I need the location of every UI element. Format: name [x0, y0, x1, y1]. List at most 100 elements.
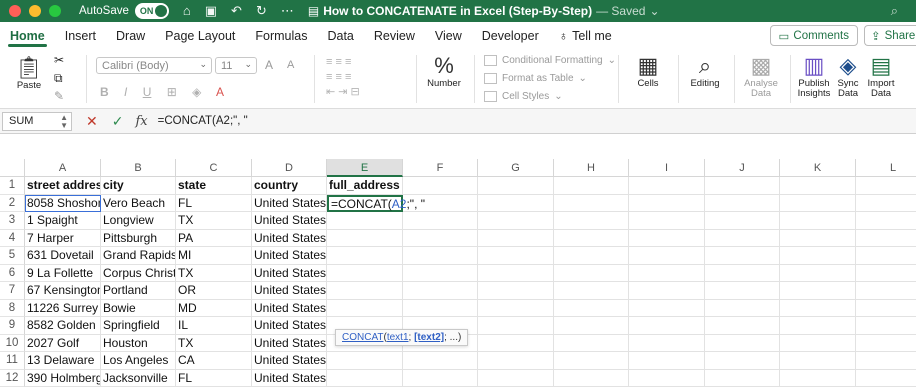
cell-l11[interactable]	[856, 352, 916, 370]
tab-review[interactable]: Review	[364, 22, 425, 49]
cell-c2[interactable]: FL	[176, 195, 252, 213]
cell-h6[interactable]	[554, 265, 629, 283]
cell-g9[interactable]	[478, 317, 554, 335]
import-data-button[interactable]: ▤ Import Data	[864, 53, 898, 99]
autosave-toggle[interactable]: ON	[135, 3, 169, 19]
cell-a12[interactable]: 390 Holmberg	[25, 370, 101, 387]
cell-d9[interactable]: United States	[252, 317, 327, 335]
close-window-button[interactable]	[9, 5, 21, 17]
minimize-window-button[interactable]	[29, 5, 41, 17]
cell-f8[interactable]	[403, 300, 478, 318]
cell-i8[interactable]	[629, 300, 705, 318]
cell-g1[interactable]	[478, 177, 554, 195]
share-button[interactable]: ⇪ Share	[864, 25, 916, 46]
cell-b1[interactable]: city	[101, 177, 176, 195]
cell-b5[interactable]: Grand Rapids	[101, 247, 176, 265]
tab-view[interactable]: View	[425, 22, 472, 49]
cell-e7[interactable]	[327, 282, 403, 300]
cell-f11[interactable]	[403, 352, 478, 370]
cell-j3[interactable]	[705, 212, 780, 230]
editing-button[interactable]: ⌕ Editing	[686, 53, 724, 89]
cell-c11[interactable]: CA	[176, 352, 252, 370]
increase-font-icon[interactable]: A	[265, 58, 273, 72]
tooltip-arg-text1[interactable]: text1	[387, 332, 409, 343]
cell-d8[interactable]: United States	[252, 300, 327, 318]
bold-icon[interactable]: B	[100, 85, 109, 99]
cell-e12[interactable]	[327, 370, 403, 387]
cell-a7[interactable]: 67 Kensington	[25, 282, 101, 300]
cell-f1[interactable]	[403, 177, 478, 195]
row-header[interactable]: 1	[0, 177, 25, 195]
cell-d2[interactable]: United States	[252, 195, 327, 213]
search-icon[interactable]: ⌕	[891, 3, 898, 19]
column-header-k[interactable]: K	[780, 159, 856, 177]
cell-d7[interactable]: United States	[252, 282, 327, 300]
cell-h7[interactable]	[554, 282, 629, 300]
cell-j5[interactable]	[705, 247, 780, 265]
column-header-a[interactable]: A	[25, 159, 101, 177]
cell-b2[interactable]: Vero Beach	[101, 195, 176, 213]
cell-i2[interactable]	[629, 195, 705, 213]
row-header[interactable]: 9	[0, 317, 25, 335]
cell-d3[interactable]: United States	[252, 212, 327, 230]
conditional-formatting-button[interactable]: Conditional Formatting ⌄	[484, 55, 616, 66]
copy-icon[interactable]: ⧉	[54, 71, 63, 86]
cell-g6[interactable]	[478, 265, 554, 283]
cell-i12[interactable]	[629, 370, 705, 387]
decrease-font-icon[interactable]: A	[287, 59, 294, 71]
maximize-window-button[interactable]	[49, 5, 61, 17]
analyse-data-button[interactable]: ▩ Analyse Data	[742, 53, 780, 99]
cell-j6[interactable]	[705, 265, 780, 283]
cell-h9[interactable]	[554, 317, 629, 335]
cell-h5[interactable]	[554, 247, 629, 265]
cell-j12[interactable]	[705, 370, 780, 387]
cell-b6[interactable]: Corpus Christi	[101, 265, 176, 283]
cell-b3[interactable]: Longview	[101, 212, 176, 230]
number-format-button[interactable]: % Number	[424, 53, 464, 89]
cell-d6[interactable]: United States	[252, 265, 327, 283]
cell-l2[interactable]	[856, 195, 916, 213]
cut-icon[interactable]: ✂	[54, 53, 64, 67]
cell-d4[interactable]: United States	[252, 230, 327, 248]
cell-l3[interactable]	[856, 212, 916, 230]
cell-c9[interactable]: IL	[176, 317, 252, 335]
cell-j11[interactable]	[705, 352, 780, 370]
cell-a10[interactable]: 2027 Golf	[25, 335, 101, 353]
format-as-table-button[interactable]: Format as Table ⌄	[484, 73, 587, 84]
cell-f4[interactable]	[403, 230, 478, 248]
cell-c3[interactable]: TX	[176, 212, 252, 230]
cell-e1[interactable]: full_address	[327, 177, 403, 195]
cells-button[interactable]: ▦ Cells	[626, 53, 670, 89]
column-header-f[interactable]: F	[403, 159, 478, 177]
cell-k2[interactable]	[780, 195, 856, 213]
column-header-g[interactable]: G	[478, 159, 554, 177]
cell-g11[interactable]	[478, 352, 554, 370]
tooltip-function-name[interactable]: CONCAT	[342, 332, 383, 343]
cell-i6[interactable]	[629, 265, 705, 283]
cell-d11[interactable]: United States	[252, 352, 327, 370]
cell-c7[interactable]: OR	[176, 282, 252, 300]
cancel-formula-icon[interactable]: ✕	[86, 113, 98, 130]
cell-j2[interactable]	[705, 195, 780, 213]
comments-button[interactable]: ▭ Comments	[770, 25, 858, 46]
column-header-e[interactable]: E	[327, 159, 403, 177]
tooltip-arg-text2[interactable]: [text2]	[414, 332, 444, 343]
insert-function-icon[interactable]: fx	[135, 114, 147, 129]
cell-i4[interactable]	[629, 230, 705, 248]
cell-a6[interactable]: 9 La Follette	[25, 265, 101, 283]
cell-h4[interactable]	[554, 230, 629, 248]
title-chevron-icon[interactable]: ⌄	[649, 4, 659, 18]
row-header[interactable]: 7	[0, 282, 25, 300]
select-all-corner[interactable]	[0, 159, 25, 177]
row-header[interactable]: 5	[0, 247, 25, 265]
cell-f3[interactable]	[403, 212, 478, 230]
tab-tell-me[interactable]: ♁ Tell me	[549, 22, 622, 49]
row-header[interactable]: 2	[0, 195, 25, 213]
tab-draw[interactable]: Draw	[106, 22, 155, 49]
cell-c4[interactable]: PA	[176, 230, 252, 248]
row-header[interactable]: 11	[0, 352, 25, 370]
more-icon[interactable]: ⋯	[281, 3, 294, 19]
cell-g7[interactable]	[478, 282, 554, 300]
cell-a4[interactable]: 7 Harper	[25, 230, 101, 248]
name-box[interactable]: SUM ▲▼	[2, 112, 72, 131]
